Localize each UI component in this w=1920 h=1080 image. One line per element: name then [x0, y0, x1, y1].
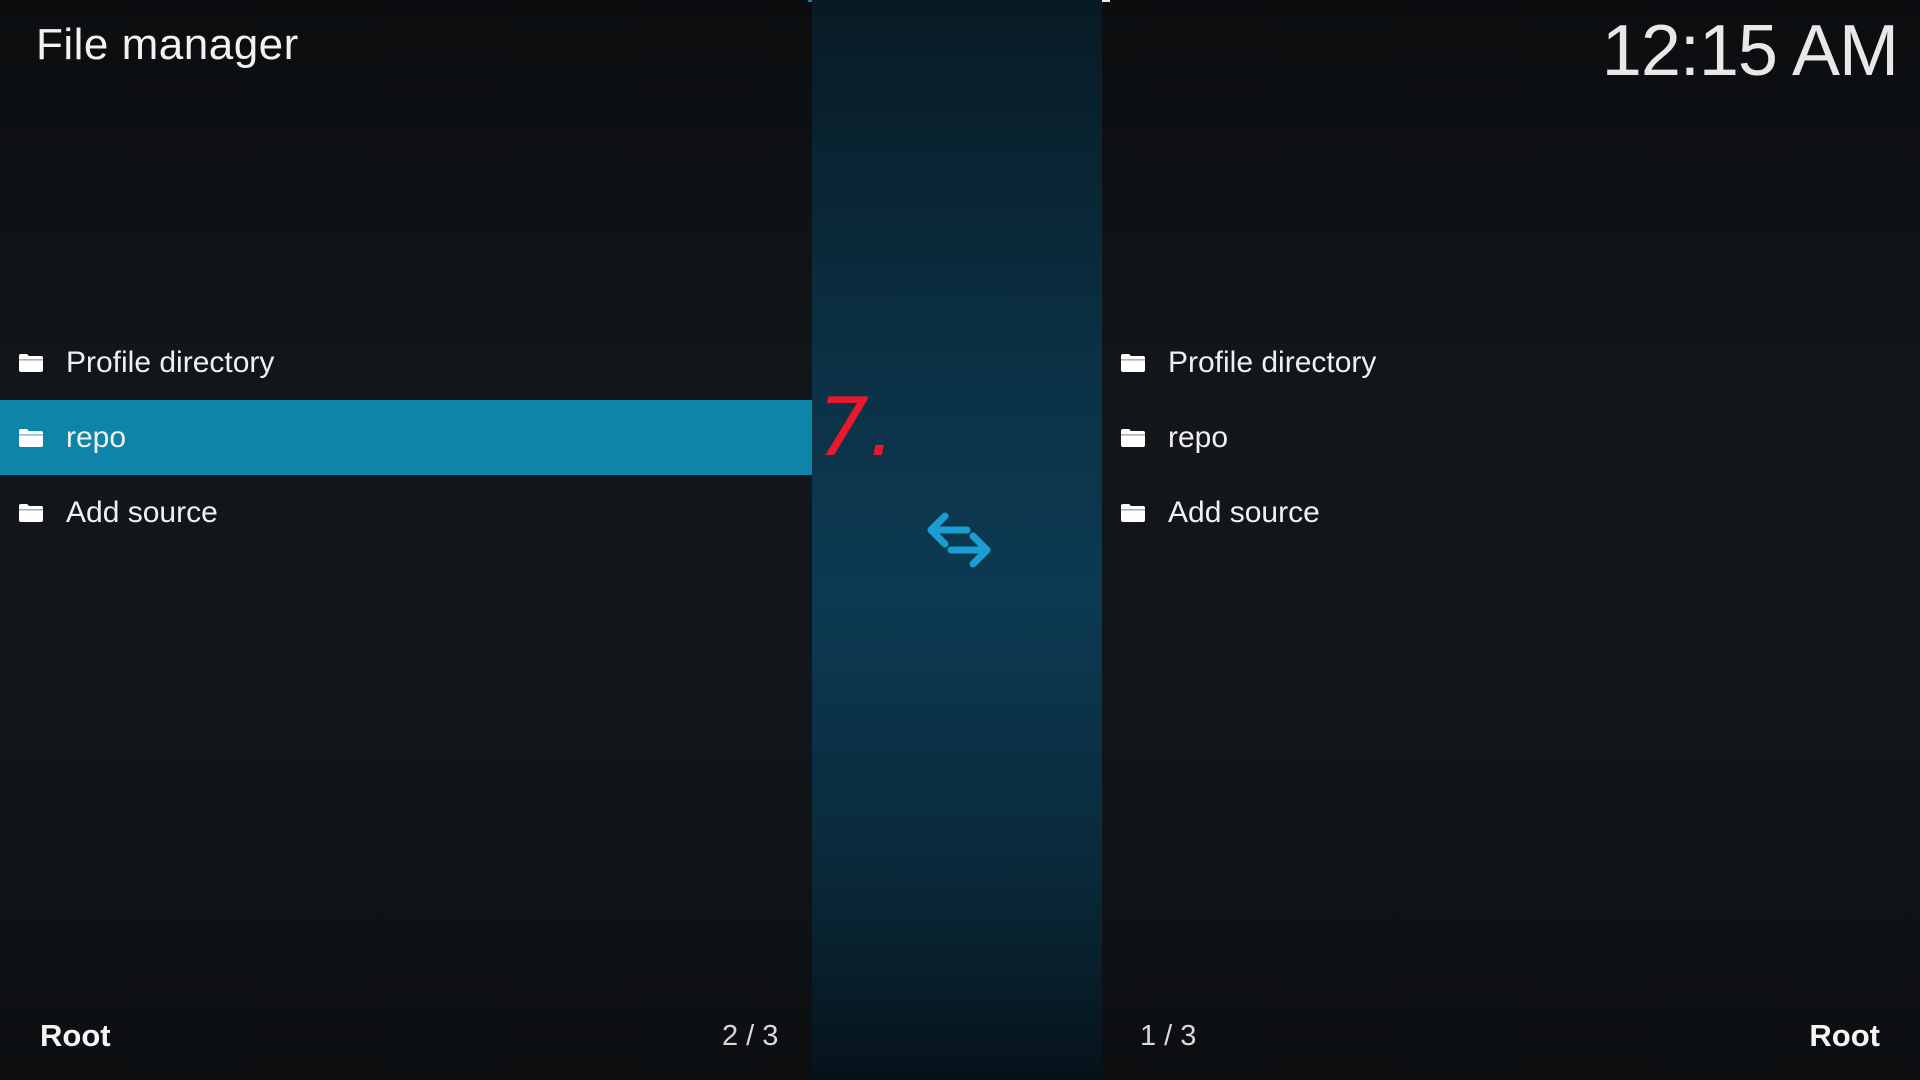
left-pane: Profile directory repo Add source Root 2…: [0, 0, 812, 1080]
right-list-item-add-source[interactable]: Add source: [1102, 475, 1920, 550]
list-item-label: repo: [1168, 420, 1229, 454]
right-list-item-profile-directory[interactable]: Profile directory: [1102, 325, 1920, 400]
right-footer-position: 1 / 3: [1140, 1020, 1197, 1052]
left-list-item-add-source[interactable]: Add source: [0, 475, 812, 550]
right-list-item-repo[interactable]: repo: [1102, 400, 1920, 475]
left-footer-path: Root: [40, 1018, 111, 1053]
right-file-list: Profile directory repo Add source: [1102, 325, 1920, 550]
list-item-label: Profile directory: [1168, 345, 1377, 379]
folder-icon: [1121, 353, 1145, 372]
folder-icon: [19, 353, 43, 372]
annotation-number: 7.: [818, 381, 895, 474]
folder-icon: [1121, 503, 1145, 522]
folder-icon: [19, 428, 43, 447]
left-list-item-profile-directory[interactable]: Profile directory: [0, 325, 812, 400]
list-item-label: repo: [66, 420, 127, 454]
left-list-item-repo[interactable]: repo: [0, 400, 812, 475]
list-item-label: Profile directory: [66, 345, 275, 379]
left-footer-position: 2 / 3: [722, 1020, 779, 1052]
right-pane: Profile directory repo Add source 1 / 3 …: [1102, 0, 1920, 1080]
list-item-label: Add source: [1168, 495, 1320, 529]
left-file-list: Profile directory repo Add source: [0, 325, 812, 550]
list-item-label: Add source: [66, 495, 218, 529]
folder-icon: [1121, 428, 1145, 447]
file-manager-screen: File manager 12:15 AM Profile directory …: [0, 0, 1920, 1080]
right-footer-path: Root: [1809, 1018, 1880, 1053]
folder-icon: [19, 503, 43, 522]
swap-arrows-icon[interactable]: [925, 510, 993, 570]
